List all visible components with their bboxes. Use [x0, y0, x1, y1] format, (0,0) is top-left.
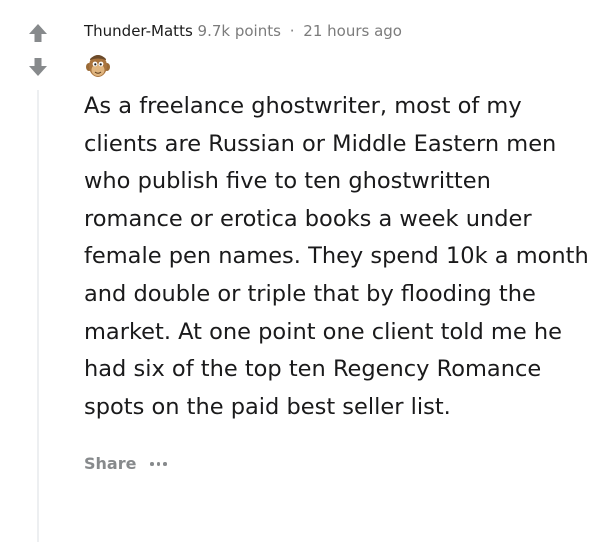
- comment-meta: Thunder-Matts 9.7k points · 21 hours ago: [84, 18, 589, 44]
- comment: Thunder-Matts 9.7k points · 21 hours ago…: [84, 18, 589, 473]
- thread-line[interactable]: [37, 90, 39, 542]
- avatar[interactable]: [84, 52, 589, 80]
- timestamp[interactable]: 21 hours ago: [303, 22, 402, 40]
- points: 9.7k points: [197, 22, 281, 40]
- upvote-arrow-icon[interactable]: [27, 22, 49, 44]
- meta-separator: ·: [289, 22, 295, 40]
- author-name[interactable]: Thunder-Matts: [84, 22, 193, 40]
- vote-column: [24, 22, 52, 78]
- more-horizontal-icon[interactable]: [150, 462, 167, 466]
- user-avatar-icon: [86, 55, 110, 77]
- share-button[interactable]: Share: [84, 454, 136, 473]
- downvote-arrow-icon[interactable]: [27, 56, 49, 78]
- comment-body: As a freelance ghostwriter, most of my c…: [84, 93, 589, 420]
- comment-actions: Share: [84, 454, 589, 473]
